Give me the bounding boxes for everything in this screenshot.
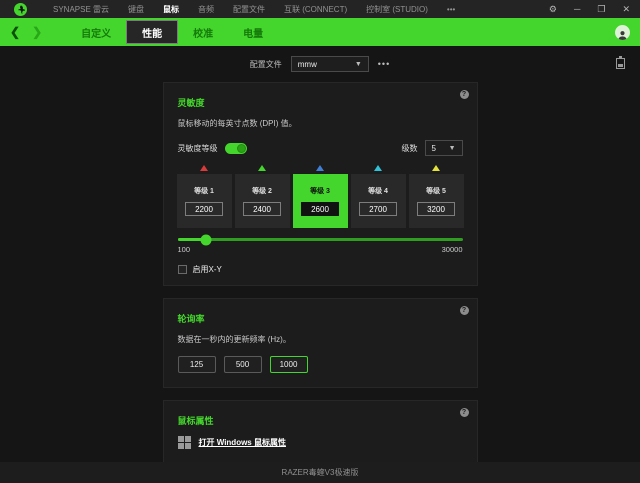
toggle-knob <box>236 143 246 153</box>
slider-range-labels: 100 30000 <box>178 245 463 254</box>
forward-chevron-icon[interactable]: ❯ <box>32 26 42 38</box>
dpi-stages: 等级 1 2200 等级 2 2400 等级 3 2600 等级 4 2700 … <box>176 165 464 228</box>
dpi-stage-2[interactable]: 等级 2 2400 <box>234 165 290 228</box>
titlebar: SYNAPSE 雷云 键盘 鼠标 音频 配置文件 互联 (CONNECT) 控制… <box>0 0 640 18</box>
stage-cell: 等级 5 3200 <box>408 174 464 228</box>
stage-cell: 等级 3 2600 <box>292 174 348 228</box>
stages-toggle-label: 灵敏度等级 <box>177 143 218 153</box>
sensitivity-title: 灵敏度 <box>177 98 205 108</box>
windows-logo-icon <box>177 436 191 449</box>
sensitivity-card: ? 灵敏度 鼠标移动的每英寸点数 (DPI) 值。 灵敏度等级 级数 5 ▼ 等… <box>162 82 478 286</box>
back-chevron-icon[interactable]: ❮ <box>10 26 20 38</box>
profile-select[interactable]: mmw ▼ <box>290 56 369 72</box>
device-name: RAZER毒蝰V3极速版 <box>281 468 359 477</box>
profile-more-icon[interactable]: ••• <box>378 59 390 69</box>
polling-title: 轮询率 <box>177 314 205 324</box>
stage-count-label: 级数 <box>401 143 418 153</box>
stage-marker-icon <box>200 165 208 171</box>
mouse-properties-title: 鼠标属性 <box>177 416 214 426</box>
profile-select-value: mmw <box>297 59 317 69</box>
menu-studio[interactable]: 控制室 (STUDIO) <box>366 4 428 15</box>
help-icon[interactable]: ? <box>459 90 469 99</box>
xy-row: 启用X-Y <box>177 264 463 275</box>
stages-toggle[interactable] <box>224 142 247 154</box>
xy-checkbox[interactable] <box>177 265 187 274</box>
chevron-down-icon: ▼ <box>354 60 362 68</box>
device-tabs: 自定义 性能 校准 电量 <box>66 18 278 46</box>
stage-label: 等级 4 <box>368 188 388 195</box>
stage-label: 等级 5 <box>426 188 446 195</box>
help-icon[interactable]: ? <box>459 408 469 417</box>
xy-checkbox-label: 启用X-Y <box>192 265 222 274</box>
polling-125-button[interactable]: 125 <box>177 356 216 373</box>
menu-profiles[interactable]: 配置文件 <box>233 4 265 15</box>
minimize-button[interactable]: ─ <box>574 4 580 14</box>
polling-500-button[interactable]: 500 <box>223 356 262 373</box>
menu-more-icon[interactable]: ••• <box>447 5 455 14</box>
stage-marker-icon <box>316 165 324 171</box>
windows-properties-row: 打开 Windows 鼠标属性 <box>177 436 463 449</box>
help-icon[interactable]: ? <box>459 306 469 315</box>
tab-customize[interactable]: 自定义 <box>66 20 126 44</box>
polling-card: ? 轮询率 数据在一秒内的更新频率 (Hz)。 125 500 1000 <box>162 298 478 388</box>
stage-label: 等级 3 <box>310 188 330 195</box>
profile-label: 配置文件 <box>249 59 282 69</box>
stage-marker-icon <box>432 165 440 171</box>
stage-cell: 等级 2 2400 <box>234 174 290 228</box>
settings-gear-icon[interactable]: ⚙ <box>549 4 557 14</box>
dpi-value-input[interactable]: 2400 <box>243 202 281 216</box>
stage-cell: 等级 1 2200 <box>176 174 232 228</box>
stage-count-value: 5 <box>431 143 436 153</box>
razer-logo-icon[interactable] <box>14 2 27 16</box>
chevron-down-icon: ▼ <box>448 144 456 152</box>
dpi-stage-5[interactable]: 等级 5 3200 <box>408 165 464 228</box>
dpi-stage-3[interactable]: 等级 3 2600 <box>292 165 348 228</box>
stage-marker-icon <box>374 165 382 171</box>
slider-max-label: 30000 <box>441 245 463 254</box>
app-menu: SYNAPSE 雷云 键盘 鼠标 音频 配置文件 互联 (CONNECT) 控制… <box>53 4 455 15</box>
slider-min-label: 100 <box>177 245 191 254</box>
stage-cell: 等级 4 2700 <box>350 174 406 228</box>
tab-power[interactable]: 电量 <box>228 20 278 44</box>
menu-synapse[interactable]: SYNAPSE 雷云 <box>53 4 109 15</box>
menu-audio[interactable]: 音频 <box>198 4 214 15</box>
razer-triskelion <box>17 4 25 14</box>
person-icon <box>618 30 627 40</box>
user-avatar-icon[interactable] <box>615 24 630 40</box>
dpi-stage-1[interactable]: 等级 1 2200 <box>176 165 232 228</box>
stage-count-select[interactable]: 5 ▼ <box>424 140 463 156</box>
dpi-value-input[interactable]: 3200 <box>417 202 455 216</box>
dpi-stage-4[interactable]: 等级 4 2700 <box>350 165 406 228</box>
dpi-value-input[interactable]: 2700 <box>359 202 397 216</box>
device-footer: RAZER毒蝰V3极速版 <box>0 462 640 483</box>
open-windows-mouse-properties-link[interactable]: 打开 Windows 鼠标属性 <box>199 437 286 448</box>
stages-toggle-row: 灵敏度等级 级数 5 ▼ <box>178 140 463 156</box>
dpi-slider[interactable] <box>177 234 463 245</box>
profile-row: 配置文件 mmw ▼ ••• <box>0 46 640 82</box>
menu-keyboard[interactable]: 键盘 <box>128 4 144 15</box>
stage-label: 等级 1 <box>194 188 214 195</box>
menu-connect[interactable]: 互联 (CONNECT) <box>284 4 347 15</box>
maximize-button[interactable]: ❒ <box>597 4 605 14</box>
device-nav-bar: ❮ ❯ 自定义 性能 校准 电量 <box>0 18 640 46</box>
mouse-properties-card: ? 鼠标属性 打开 Windows 鼠标属性 <box>162 400 478 464</box>
polling-1000-button[interactable]: 1000 <box>269 356 308 373</box>
tab-calibration[interactable]: 校准 <box>178 20 228 44</box>
dpi-value-input[interactable]: 2600 <box>301 202 339 216</box>
slider-track[interactable] <box>177 234 463 245</box>
battery-icon <box>616 56 625 74</box>
close-button[interactable]: ✕ <box>622 4 630 14</box>
stage-label: 等级 2 <box>252 188 272 195</box>
menu-mouse[interactable]: 鼠标 <box>163 4 179 15</box>
window-controls: ⚙ ─ ❒ ✕ <box>549 4 630 14</box>
slider-thumb[interactable] <box>200 234 212 245</box>
dpi-value-input[interactable]: 2200 <box>185 202 223 216</box>
tab-performance[interactable]: 性能 <box>126 20 179 44</box>
polling-subtitle: 数据在一秒内的更新频率 (Hz)。 <box>177 335 291 344</box>
polling-options: 125 500 1000 <box>177 356 463 373</box>
stage-marker-icon <box>258 165 266 171</box>
sensitivity-subtitle: 鼠标移动的每英寸点数 (DPI) 值。 <box>177 119 297 128</box>
main-content: 配置文件 mmw ▼ ••• ? 灵敏度 鼠标移动的每英寸点数 (DPI) 值。… <box>0 46 640 483</box>
